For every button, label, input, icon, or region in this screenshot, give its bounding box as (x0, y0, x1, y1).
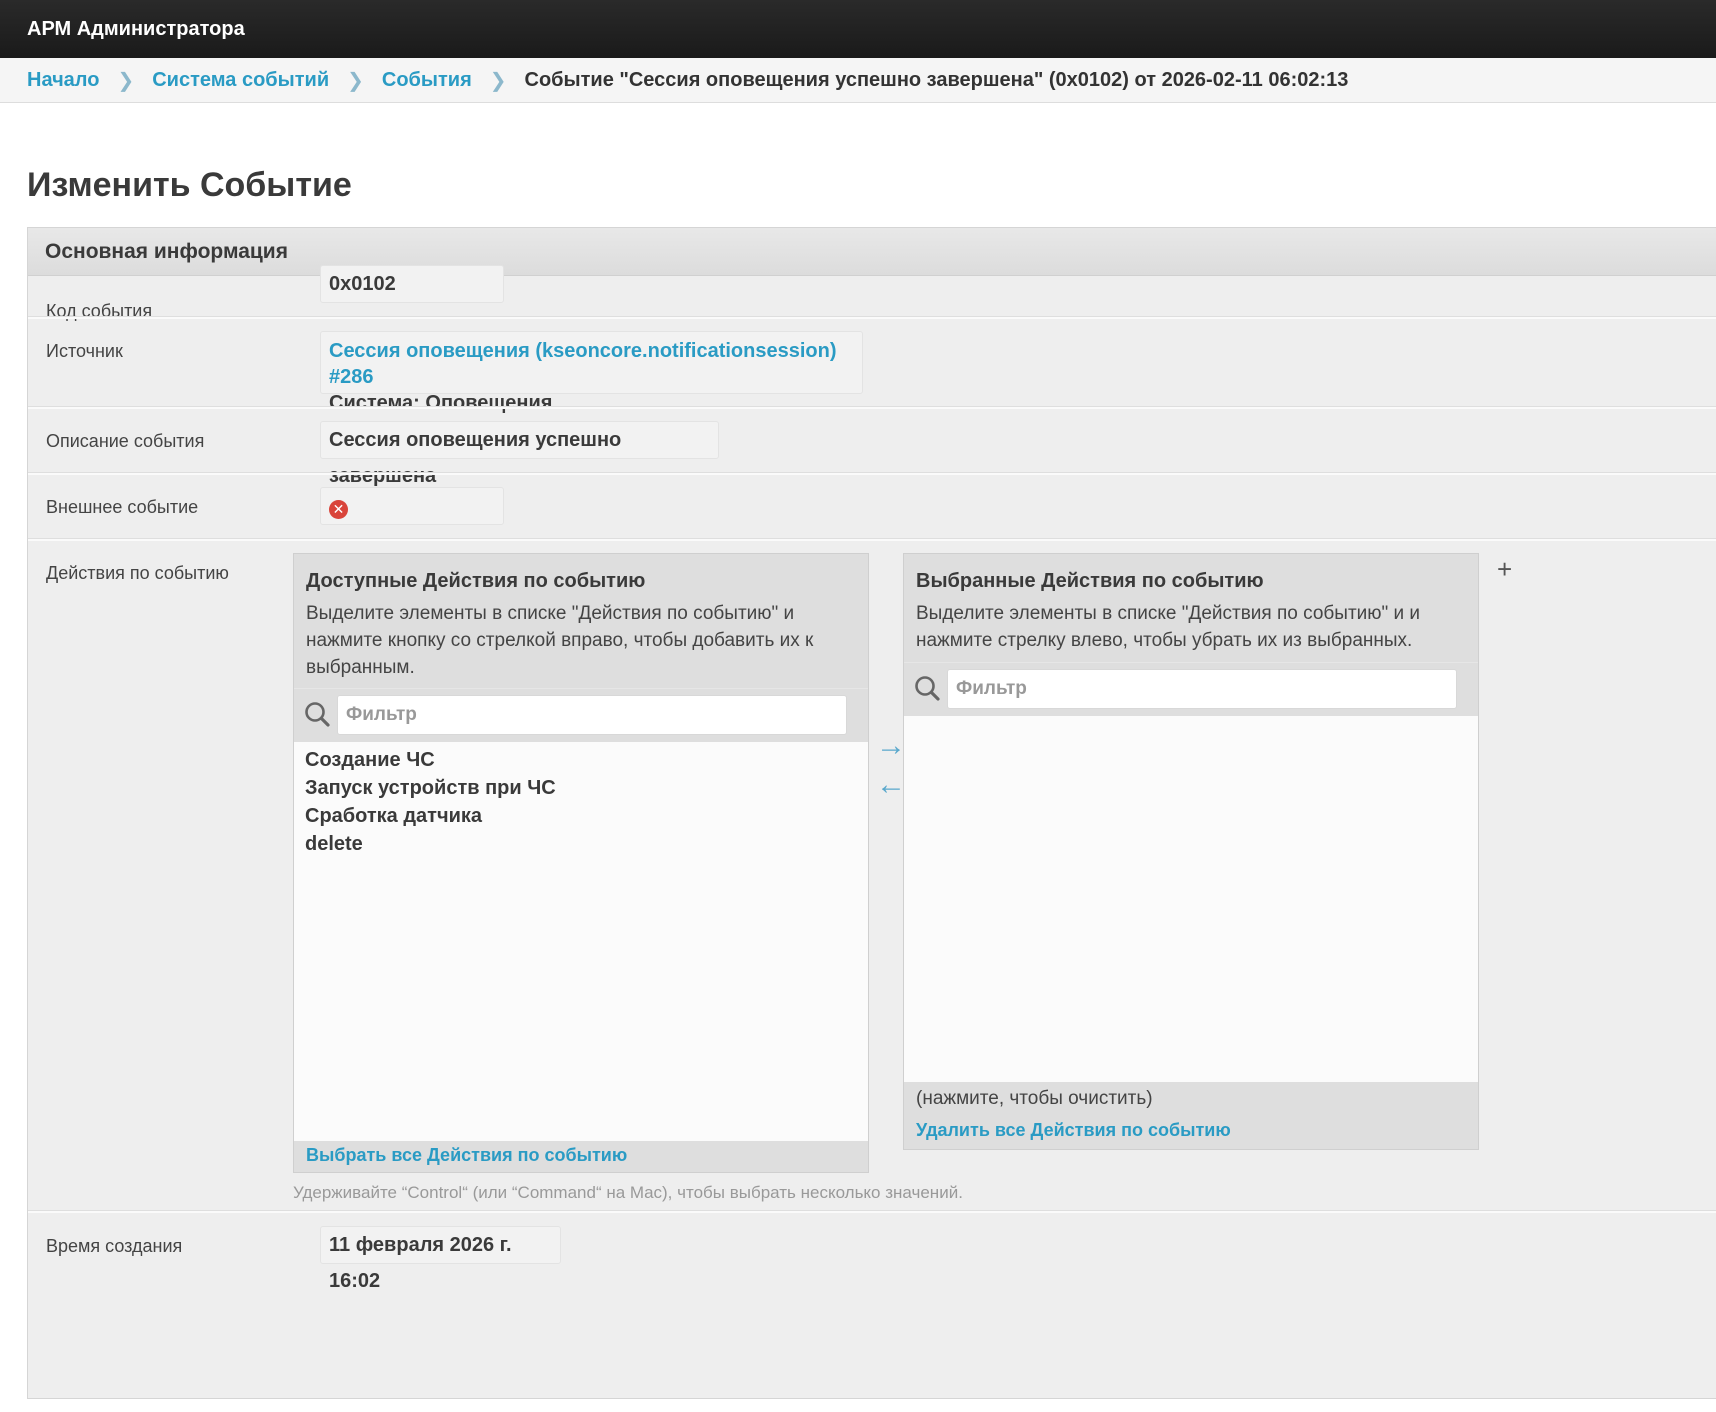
source-link[interactable]: Сессия оповещения (kseoncore.notificatio… (329, 340, 837, 388)
chevron-right-icon: ❯ (489, 69, 507, 92)
available-filter-input[interactable] (337, 695, 847, 735)
available-list[interactable]: Создание ЧС Запуск устройств при ЧС Сраб… (294, 742, 868, 1141)
created-label: Время создания (46, 1236, 183, 1256)
divider (28, 316, 1716, 319)
created-value-text: 11 февраля 2026 г. 16:02 (329, 1234, 512, 1292)
breadcrumb-home[interactable]: Начало (27, 69, 99, 92)
chosen-filter-row (904, 662, 1478, 717)
app-title[interactable]: АРМ Администратора (27, 18, 245, 41)
chevron-right-icon: ❯ (117, 69, 135, 92)
available-title: Доступные Действия по событию (306, 570, 646, 592)
list-item[interactable]: delete (294, 830, 868, 858)
search-icon (305, 702, 330, 727)
available-help: Выделите элементы в списке "Действия по … (306, 603, 814, 678)
chosen-selector: Выбранные Действия по событию Выделите э… (903, 553, 1479, 1150)
chevron-right-icon: ❯ (347, 69, 364, 92)
divider (28, 538, 1716, 541)
list-item[interactable]: Создание ЧС (294, 746, 868, 774)
section-title: Основная информация (28, 228, 1716, 276)
divider (28, 406, 1716, 409)
page-title: Изменить Событие (27, 166, 352, 204)
plus-icon[interactable]: + (1497, 554, 1512, 585)
chosen-filter-input[interactable] (947, 669, 1457, 709)
chosen-title: Выбранные Действия по событию (916, 570, 1264, 592)
breadcrumb: Начало ❯ Система событий ❯ События ❯ Соб… (0, 58, 1716, 103)
breadcrumb-event-system[interactable]: Система событий (152, 69, 329, 92)
source-value: Сессия оповещения (kseoncore.notificatio… (320, 331, 863, 414)
source-label: Источник (46, 341, 123, 361)
source-system: Система: Оповещения (329, 392, 553, 414)
help-text: Удерживайте “Control“ (или “Command“ на … (293, 1183, 963, 1202)
code-value-text: 0x0102 (329, 273, 396, 295)
breadcrumb-current: Событие "Сессия оповещения успешно завер… (524, 68, 1349, 91)
list-item[interactable]: Сработка датчика (294, 802, 868, 830)
description-value-text: Сессия оповещения успешно завершена (329, 429, 622, 487)
app-header: АРМ Администратора (0, 0, 1716, 58)
red-x-icon: ✕ (329, 500, 348, 519)
created-value: 11 февраля 2026 г. 16:02 (320, 1226, 561, 1292)
arrow-left-icon[interactable]: ← (876, 770, 906, 800)
available-filter-row (294, 688, 868, 743)
description-label: Описание события (46, 431, 205, 451)
clear-hint[interactable]: (нажмите, чтобы очистить) (916, 1085, 1466, 1112)
breadcrumb-events[interactable]: События (382, 69, 472, 92)
available-selector: Доступные Действия по событию Выделите э… (293, 553, 869, 1173)
arrow-right-icon[interactable]: → (876, 731, 906, 761)
chosen-help: Выделите элементы в списке "Действия по … (916, 603, 1421, 651)
remove-all-link[interactable]: Удалить все Действия по событию (916, 1120, 1231, 1141)
main-info-fieldset: Основная информация Код события 0x0102 И… (27, 227, 1716, 1399)
chosen-list[interactable] (904, 716, 1478, 1082)
external-label: Внешнее событие (46, 497, 199, 517)
divider (28, 472, 1716, 475)
divider (28, 1210, 1716, 1213)
external-value: ✕ (320, 487, 504, 525)
description-value: Сессия оповещения успешно завершена (320, 421, 719, 487)
search-icon (915, 676, 940, 701)
list-item[interactable]: Запуск устройств при ЧС (294, 774, 868, 802)
code-value: 0x0102 (320, 265, 504, 303)
choose-all-link[interactable]: Выбрать все Действия по событию (306, 1145, 627, 1166)
actions-label: Действия по событию (46, 563, 229, 583)
